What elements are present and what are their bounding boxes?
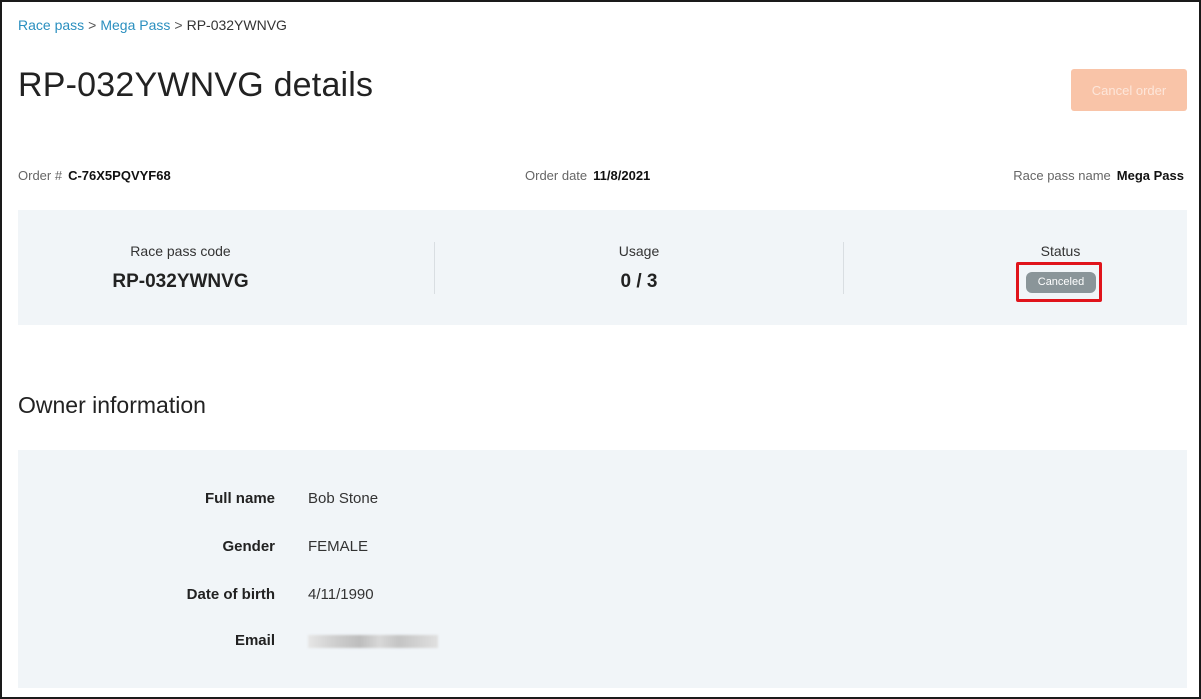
usage-label: Usage bbox=[618, 243, 660, 259]
usage-value: 0 / 3 bbox=[620, 271, 658, 292]
breadcrumb-current: RP-032YWNVG bbox=[186, 17, 287, 33]
field-label: Email bbox=[234, 632, 275, 649]
order-number-value: C-76X5PQVYF68 bbox=[68, 168, 171, 183]
field-label: Gender bbox=[222, 538, 275, 555]
summary-panel: Race pass code RP-032YWNVG Usage 0 / 3 S… bbox=[18, 210, 1187, 325]
race-pass-name: Race pass name Mega Pass bbox=[1013, 168, 1184, 183]
order-date: Order date 11/8/2021 bbox=[525, 168, 650, 183]
owner-panel: Full name Bob Stone Gender FEMALE Date o… bbox=[18, 450, 1187, 688]
field-value: FEMALE bbox=[308, 538, 369, 555]
usage-column: Usage 0 / 3 bbox=[434, 210, 844, 325]
order-number-label: Order # bbox=[18, 168, 63, 183]
field-label: Full name bbox=[204, 490, 275, 507]
status-label: Status bbox=[1040, 243, 1081, 259]
owner-section-title: Owner information bbox=[18, 392, 206, 418]
race-pass-code-value: RP-032YWNVG bbox=[112, 271, 249, 292]
field-value: 4/11/1990 bbox=[308, 586, 374, 603]
status-badge: Canceled bbox=[1026, 272, 1096, 293]
order-date-label: Order date bbox=[525, 168, 588, 183]
order-number: Order # C-76X5PQVYF68 bbox=[18, 168, 171, 183]
cancel-order-button[interactable]: Cancel order bbox=[1071, 69, 1187, 111]
breadcrumb-mega-pass-link[interactable]: Mega Pass bbox=[100, 17, 170, 33]
order-date-value: 11/8/2021 bbox=[593, 168, 651, 183]
email-redacted-value bbox=[308, 635, 438, 648]
page-frame: Race pass > Mega Pass > RP-032YWNVG RP-032YW… bbox=[0, 0, 1201, 699]
race-pass-name-value: Mega Pass bbox=[1116, 168, 1184, 183]
summary-divider bbox=[843, 242, 844, 294]
breadcrumb-race-pass-link[interactable]: Race pass bbox=[18, 17, 84, 33]
race-pass-code-label: Race pass code bbox=[130, 243, 231, 259]
field-value: Bob Stone bbox=[308, 490, 379, 507]
race-pass-code-column: Race pass code RP-032YWNVG bbox=[18, 210, 343, 325]
breadcrumb-separator: > bbox=[174, 17, 183, 33]
field-label: Date of birth bbox=[186, 586, 275, 603]
page-title: RP-032YWNVG details bbox=[18, 66, 374, 104]
breadcrumb: Race pass > Mega Pass > RP-032YWNVG bbox=[18, 17, 287, 33]
breadcrumb-separator: > bbox=[88, 17, 97, 33]
race-pass-name-label: Race pass name bbox=[1013, 168, 1111, 183]
